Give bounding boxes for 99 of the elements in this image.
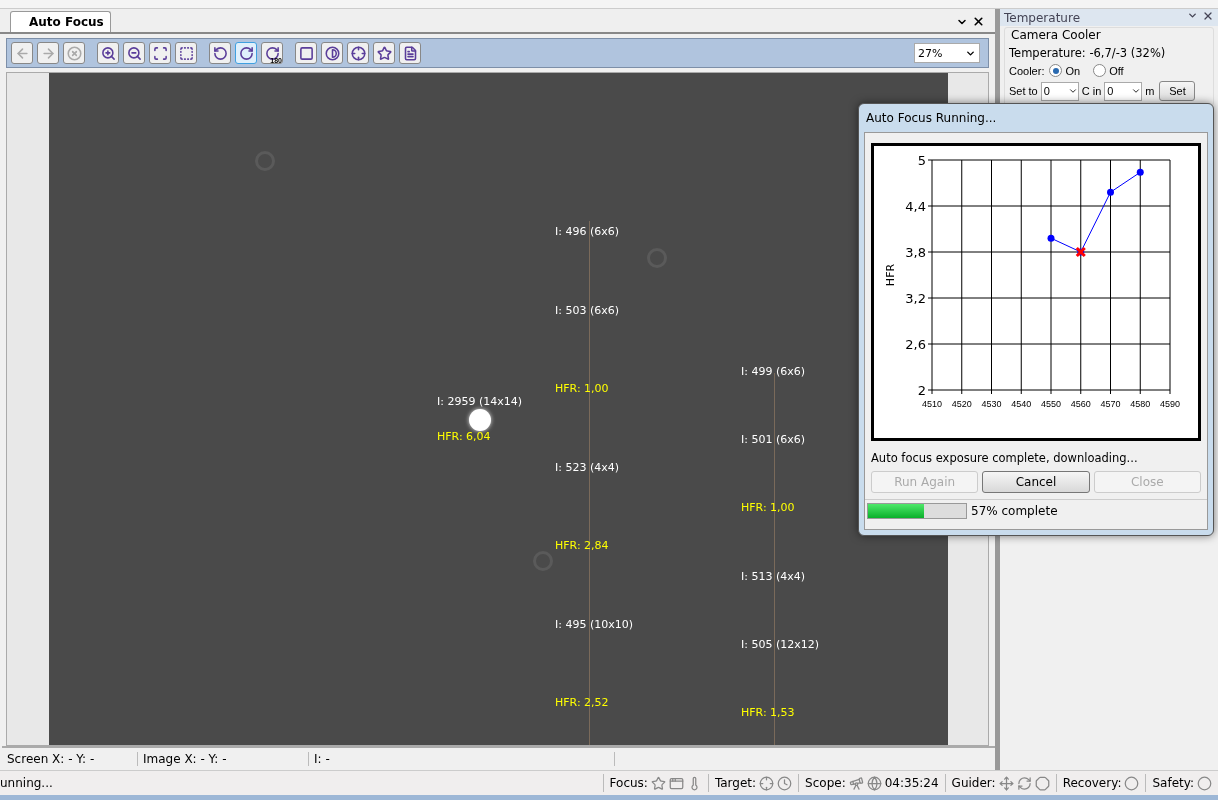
x-tick-label: 4590 xyxy=(1160,399,1180,409)
y-tick-label: 5 xyxy=(917,153,926,168)
dialog-button[interactable]: Cancel xyxy=(982,471,1090,493)
gradient-square-button[interactable] xyxy=(295,42,317,64)
document-tab[interactable]: Auto Focus xyxy=(10,11,111,32)
zoom-out-icon xyxy=(126,45,142,61)
intensity-label: I: 503 (6x6) xyxy=(555,303,620,317)
crosshair-icon xyxy=(350,45,366,61)
zoom-fit-button[interactable] xyxy=(149,42,171,64)
progress-text: 57% complete xyxy=(971,504,1058,518)
group-title: Camera Cooler xyxy=(1011,28,1102,42)
intensity-label: I: 505 (12x12) xyxy=(741,637,820,651)
status-label: Recovery: xyxy=(1062,776,1122,790)
status-label: Focus: xyxy=(609,776,648,790)
cooler-label: Cooler: xyxy=(1009,64,1045,77)
intensity-label: I: 2959 (14x14) xyxy=(437,395,523,408)
star-button[interactable] xyxy=(373,42,395,64)
x-tick-label: 4580 xyxy=(1130,399,1151,409)
rotate-right-button[interactable] xyxy=(235,42,257,64)
coordinate-readout: Image X: - Y: - xyxy=(138,752,309,766)
zoom-fit-icon xyxy=(152,45,168,61)
intensity-label: I: 496 (6x6) xyxy=(555,225,620,238)
dashed-square-button[interactable] xyxy=(175,42,197,64)
status-message: unning... xyxy=(0,776,53,790)
coordinate-readout: I: - xyxy=(309,752,615,766)
status-label: Guider: xyxy=(951,776,996,790)
y-tick-label: 3,2 xyxy=(905,291,926,306)
rotate-left-button[interactable] xyxy=(209,42,231,64)
stop-icon xyxy=(66,45,82,61)
zoom-in-icon xyxy=(100,45,116,61)
window-icon[interactable] xyxy=(668,775,684,791)
arrows-icon[interactable] xyxy=(998,775,1014,791)
x-tick-label: 4570 xyxy=(1100,399,1121,409)
crosshair-icon[interactable] xyxy=(759,775,775,791)
status-label: Safety: xyxy=(1152,776,1194,790)
rotate-right-icon xyxy=(238,45,254,61)
unit-label: C in xyxy=(1081,85,1102,97)
document-button[interactable] xyxy=(399,42,421,64)
radio-button[interactable] xyxy=(1049,64,1063,77)
status-light-icon[interactable] xyxy=(1197,775,1212,791)
intensity-label: I: 523 (4x4) xyxy=(555,460,620,474)
coordinate-readout: Screen X: - Y: - xyxy=(2,752,138,766)
minutes-spinbox[interactable]: 0 xyxy=(1104,81,1143,101)
x-tick-label: 4530 xyxy=(981,399,1002,409)
telescope-icon[interactable] xyxy=(848,775,864,791)
crosshair-button[interactable] xyxy=(347,42,369,64)
hfr-label: HFR: 1,00 xyxy=(741,501,795,515)
y-tick-label: 2,6 xyxy=(905,337,926,352)
radio-button[interactable] xyxy=(1093,64,1107,77)
star-icon[interactable] xyxy=(650,775,666,791)
hfr-label: HFR: 6,04 xyxy=(437,430,491,443)
temperature-reading: Temperature: -6,7/-3 (32%) xyxy=(1009,46,1167,60)
forward-arrow-icon xyxy=(40,45,56,61)
star-icon xyxy=(376,45,392,61)
rotate-icon xyxy=(264,45,280,61)
dialog-title: Auto Focus Running... xyxy=(866,111,997,125)
intensity-label: I: 513 (4x4) xyxy=(741,569,806,583)
zoom-in-button[interactable] xyxy=(97,42,119,64)
document-icon xyxy=(402,45,418,61)
y-axis-label: HFR xyxy=(884,263,897,287)
hfr-label: HFR: 1,00 xyxy=(555,382,609,395)
set-button[interactable]: Set xyxy=(1159,81,1196,101)
intensity-label: I: 499 (6x6) xyxy=(741,365,806,378)
y-tick-label: 3,8 xyxy=(905,245,926,260)
zoom-out-button[interactable] xyxy=(123,42,145,64)
clock-icon[interactable] xyxy=(777,775,793,791)
panel-title: Temperature xyxy=(1004,10,1080,25)
set-to-label: Set to xyxy=(1009,85,1038,97)
zoom-dropdown[interactable]: 27% xyxy=(914,43,980,63)
radio-label: On xyxy=(1065,64,1081,77)
x-tick-label: 4560 xyxy=(1070,399,1091,409)
rotate-left-icon xyxy=(212,45,228,61)
dashed-square-icon xyxy=(178,45,194,61)
gradient-square-icon xyxy=(298,45,314,61)
y-tick-label: 4,4 xyxy=(905,199,926,214)
close-icon[interactable] xyxy=(972,15,985,28)
unit-label: m xyxy=(1145,85,1155,97)
hfr-label: HFR: 2,84 xyxy=(555,539,609,552)
octagon-icon[interactable] xyxy=(1034,775,1050,791)
x-tick-label: 4510 xyxy=(922,399,942,409)
status-time: 04:35:24 xyxy=(884,776,939,790)
intensity-label: I: 501 (6x6) xyxy=(741,433,806,447)
temperature-spinbox[interactable]: 0 xyxy=(1040,81,1079,101)
x-tick-label: 4540 xyxy=(1011,399,1032,409)
hfr-label: HFR: 2,52 xyxy=(555,696,609,709)
status-label: Target: xyxy=(714,776,757,790)
globe-icon[interactable] xyxy=(866,775,882,791)
intensity-label: I: 495 (10x10) xyxy=(555,617,634,631)
status-light-icon[interactable] xyxy=(1124,775,1140,791)
x-tick-label: 4520 xyxy=(951,399,972,409)
contrast-button[interactable] xyxy=(321,42,343,64)
contrast-icon xyxy=(324,45,340,61)
status-label: Scope: xyxy=(805,776,846,790)
refresh-icon[interactable] xyxy=(1016,775,1032,791)
radio-label: Off xyxy=(1109,64,1124,77)
x-tick-label: 4550 xyxy=(1041,399,1061,409)
hfr-label: HFR: 1,53 xyxy=(741,705,795,719)
dialog-message: Auto focus exposure complete, downloading... xyxy=(871,451,1139,465)
y-tick-label: 2 xyxy=(917,383,926,398)
